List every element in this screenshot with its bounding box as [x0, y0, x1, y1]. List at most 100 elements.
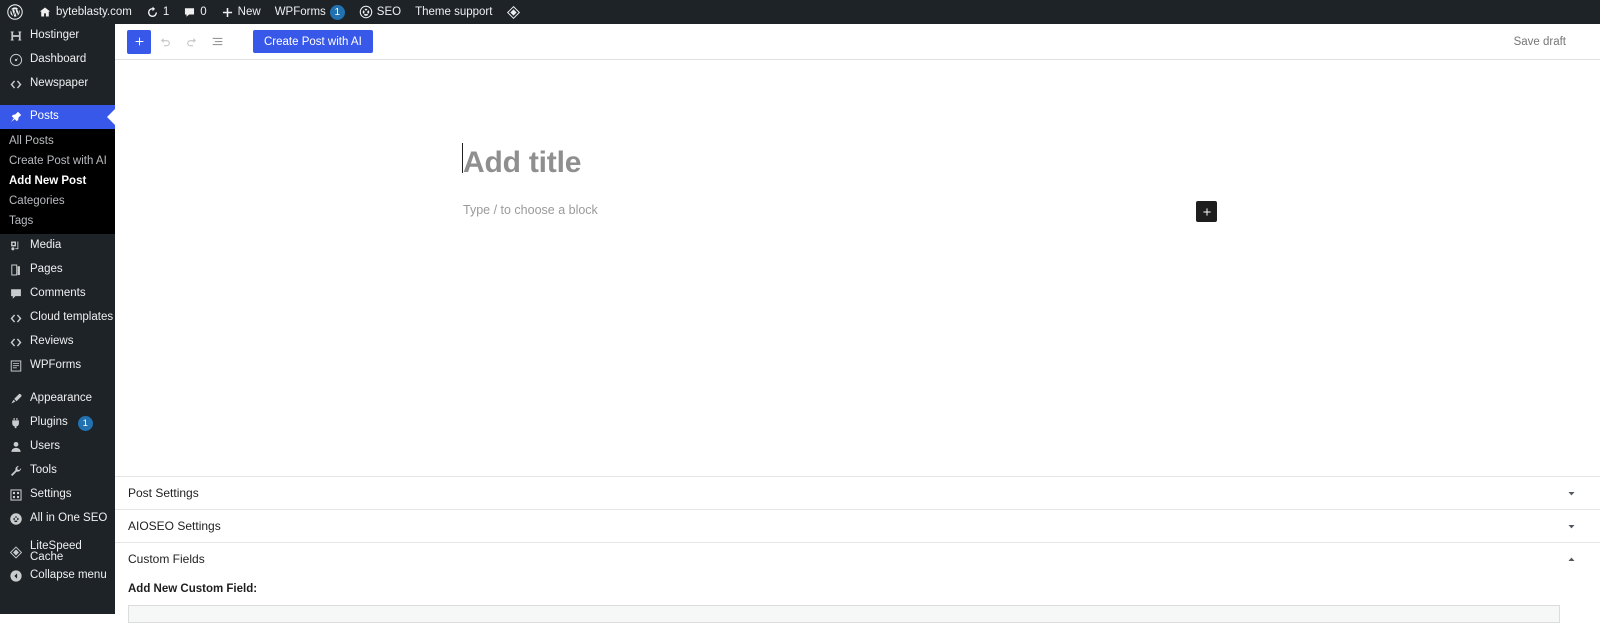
adminbar-wpforms-badge: 1 — [329, 4, 345, 20]
sidebar-subitem-tags[interactable]: Tags — [0, 211, 115, 231]
adminbar-new-content[interactable]: New — [214, 0, 268, 24]
sidebar-item-plugins[interactable]: Plugins 1 — [0, 411, 115, 435]
metaboxes-area: Post Settings AIOSEO Settings Custom Fie… — [115, 476, 1600, 623]
custom-fields-table[interactable] — [128, 605, 1560, 623]
metabox-post-settings: Post Settings — [115, 477, 1600, 510]
sidebar-item-label: Hostinger — [30, 29, 80, 42]
appearance-brush-icon — [9, 392, 23, 406]
adminbar-wpforms[interactable]: WPForms 1 — [268, 0, 352, 24]
adminbar-site-name[interactable]: byteblasty.com — [31, 0, 139, 24]
sidebar-item-label: Reviews — [30, 335, 74, 348]
default-block-appender[interactable]: Type / to choose a block — [463, 203, 598, 217]
home-icon — [38, 5, 52, 19]
metabox-custom-fields-header[interactable]: Custom Fields — [115, 543, 1600, 575]
editor-toolbar-right: Save draft — [1514, 36, 1588, 48]
wpforms-icon — [9, 359, 23, 373]
admin-bar: byteblasty.com 1 0 New WPForms 1 SEO The… — [0, 0, 1600, 24]
editor-toolbar-left: Create Post with AI — [127, 29, 373, 54]
sidebar-item-label: WPForms — [30, 359, 82, 372]
adminbar-litespeed[interactable] — [499, 0, 528, 24]
redo-button[interactable] — [179, 30, 203, 54]
save-draft-button[interactable]: Save draft — [1514, 36, 1566, 48]
sidebar-item-label: Cloud templates — [30, 311, 114, 324]
admin-sidebar-menu: Hostinger Dashboard Newspaper Posts All … — [0, 24, 115, 614]
block-inserter-button[interactable] — [1196, 201, 1217, 222]
metabox-title: AIOSEO Settings — [128, 519, 221, 533]
chevron-down-icon[interactable] — [1564, 519, 1578, 533]
plus-icon — [221, 6, 234, 19]
sidebar-subitem-categories[interactable]: Categories — [0, 191, 115, 211]
sidebar-item-comments[interactable]: Comments — [0, 282, 115, 306]
updates-icon — [146, 6, 159, 19]
sidebar-item-label: Media — [30, 239, 62, 252]
sidebar-item-settings[interactable]: Settings — [0, 483, 115, 507]
sidebar-item-label: Plugins — [30, 416, 68, 429]
adminbar-seo-label: SEO — [376, 6, 402, 18]
chevron-up-icon[interactable] — [1564, 552, 1578, 566]
reviews-icon — [9, 335, 23, 349]
metabox-aioseo-settings-header[interactable]: AIOSEO Settings — [115, 510, 1600, 542]
metabox-custom-fields-body: Add New Custom Field: — [115, 575, 1600, 623]
comments-icon — [9, 287, 23, 301]
adminbar-updates-count: 1 — [162, 6, 170, 18]
metabox-post-settings-header[interactable]: Post Settings — [115, 477, 1600, 509]
sidebar-item-tools[interactable]: Tools — [0, 459, 115, 483]
adminbar-wp-logo[interactable] — [0, 0, 31, 24]
metabox-aioseo-settings: AIOSEO Settings — [115, 510, 1600, 543]
sidebar-item-dashboard[interactable]: Dashboard — [0, 48, 115, 72]
sidebar-item-wpforms[interactable]: WPForms — [0, 354, 115, 378]
sidebar-item-label: Dashboard — [30, 53, 87, 66]
adminbar-seo[interactable]: SEO — [352, 0, 408, 24]
settings-icon — [9, 488, 23, 502]
sidebar-item-all-in-one-seo[interactable]: All in One SEO — [0, 507, 115, 531]
add-block-button[interactable] — [127, 29, 151, 54]
sidebar-item-reviews[interactable]: Reviews — [0, 330, 115, 354]
sidebar-item-litespeed-cache[interactable]: LiteSpeed Cache — [0, 540, 115, 564]
sidebar-subitem-all-posts[interactable]: All Posts — [0, 131, 115, 151]
post-title-input[interactable]: Add title — [463, 148, 581, 178]
create-post-with-ai-button[interactable]: Create Post with AI — [253, 30, 373, 53]
sidebar-item-label: Comments — [30, 287, 86, 300]
sidebar-item-label: Pages — [30, 263, 63, 276]
sidebar-item-label: Posts — [30, 110, 59, 123]
litespeed-icon — [9, 545, 23, 559]
comment-bubble-icon — [183, 6, 196, 19]
sidebar-separator — [0, 378, 115, 387]
sidebar-item-label: Users — [30, 440, 61, 453]
undo-arrow-icon — [158, 34, 173, 49]
sidebar-item-collapse-menu[interactable]: Collapse menu — [0, 564, 115, 588]
sidebar-separator — [0, 96, 115, 105]
adminbar-new-label: New — [237, 6, 261, 18]
sidebar-item-posts[interactable]: Posts — [0, 105, 115, 129]
sidebar-subitem-create-post-with-ai[interactable]: Create Post with AI — [0, 151, 115, 171]
adminbar-theme-support-label: Theme support — [415, 6, 493, 18]
sidebar-item-users[interactable]: Users — [0, 435, 115, 459]
adminbar-wpforms-label: WPForms — [274, 6, 326, 18]
sidebar-item-appearance[interactable]: Appearance — [0, 387, 115, 411]
sidebar-item-label: Tools — [30, 464, 57, 477]
sidebar-submenu-posts: All Posts Create Post with AI Add New Po… — [0, 129, 115, 234]
editor-canvas[interactable]: Add title Type / to choose a block — [115, 60, 1600, 475]
metabox-title: Post Settings — [128, 486, 199, 500]
metabox-custom-fields: Custom Fields Add New Custom Field: — [115, 543, 1600, 623]
sidebar-item-label: Collapse menu — [30, 569, 107, 582]
media-icon — [9, 239, 23, 253]
newspaper-icon — [9, 77, 23, 91]
sidebar-item-hostinger[interactable]: Hostinger — [0, 24, 115, 48]
pages-icon — [9, 263, 23, 277]
adminbar-updates[interactable]: 1 — [139, 0, 176, 24]
undo-button[interactable] — [153, 30, 177, 54]
sidebar-item-label: LiteSpeed Cache — [30, 539, 82, 563]
sidebar-item-label: All in One SEO — [30, 512, 108, 525]
sidebar-item-newspaper[interactable]: Newspaper — [0, 72, 115, 96]
list-view-button[interactable] — [205, 30, 229, 54]
sidebar-subitem-add-new-post[interactable]: Add New Post — [0, 171, 115, 191]
adminbar-comments[interactable]: 0 — [176, 0, 213, 24]
sidebar-item-cloud-templates[interactable]: Cloud templates — [0, 306, 115, 330]
adminbar-comments-count: 0 — [200, 6, 207, 18]
adminbar-theme-support[interactable]: Theme support — [408, 0, 499, 24]
chevron-down-icon[interactable] — [1564, 486, 1578, 500]
metabox-title: Custom Fields — [128, 552, 205, 566]
sidebar-item-media[interactable]: Media — [0, 234, 115, 258]
sidebar-item-pages[interactable]: Pages — [0, 258, 115, 282]
